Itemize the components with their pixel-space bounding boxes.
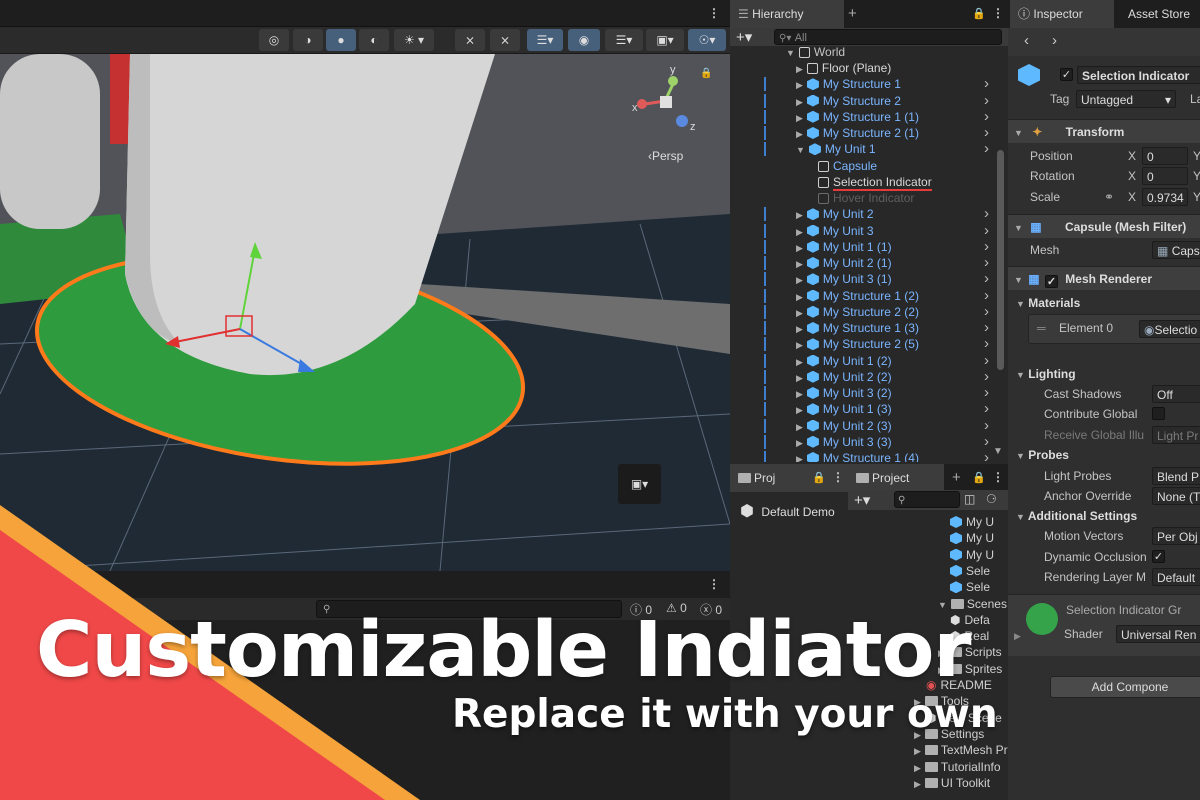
banner-title: Customizable Indiator: [36, 606, 971, 695]
banner-subtitle: Replace it with your own: [452, 692, 998, 737]
